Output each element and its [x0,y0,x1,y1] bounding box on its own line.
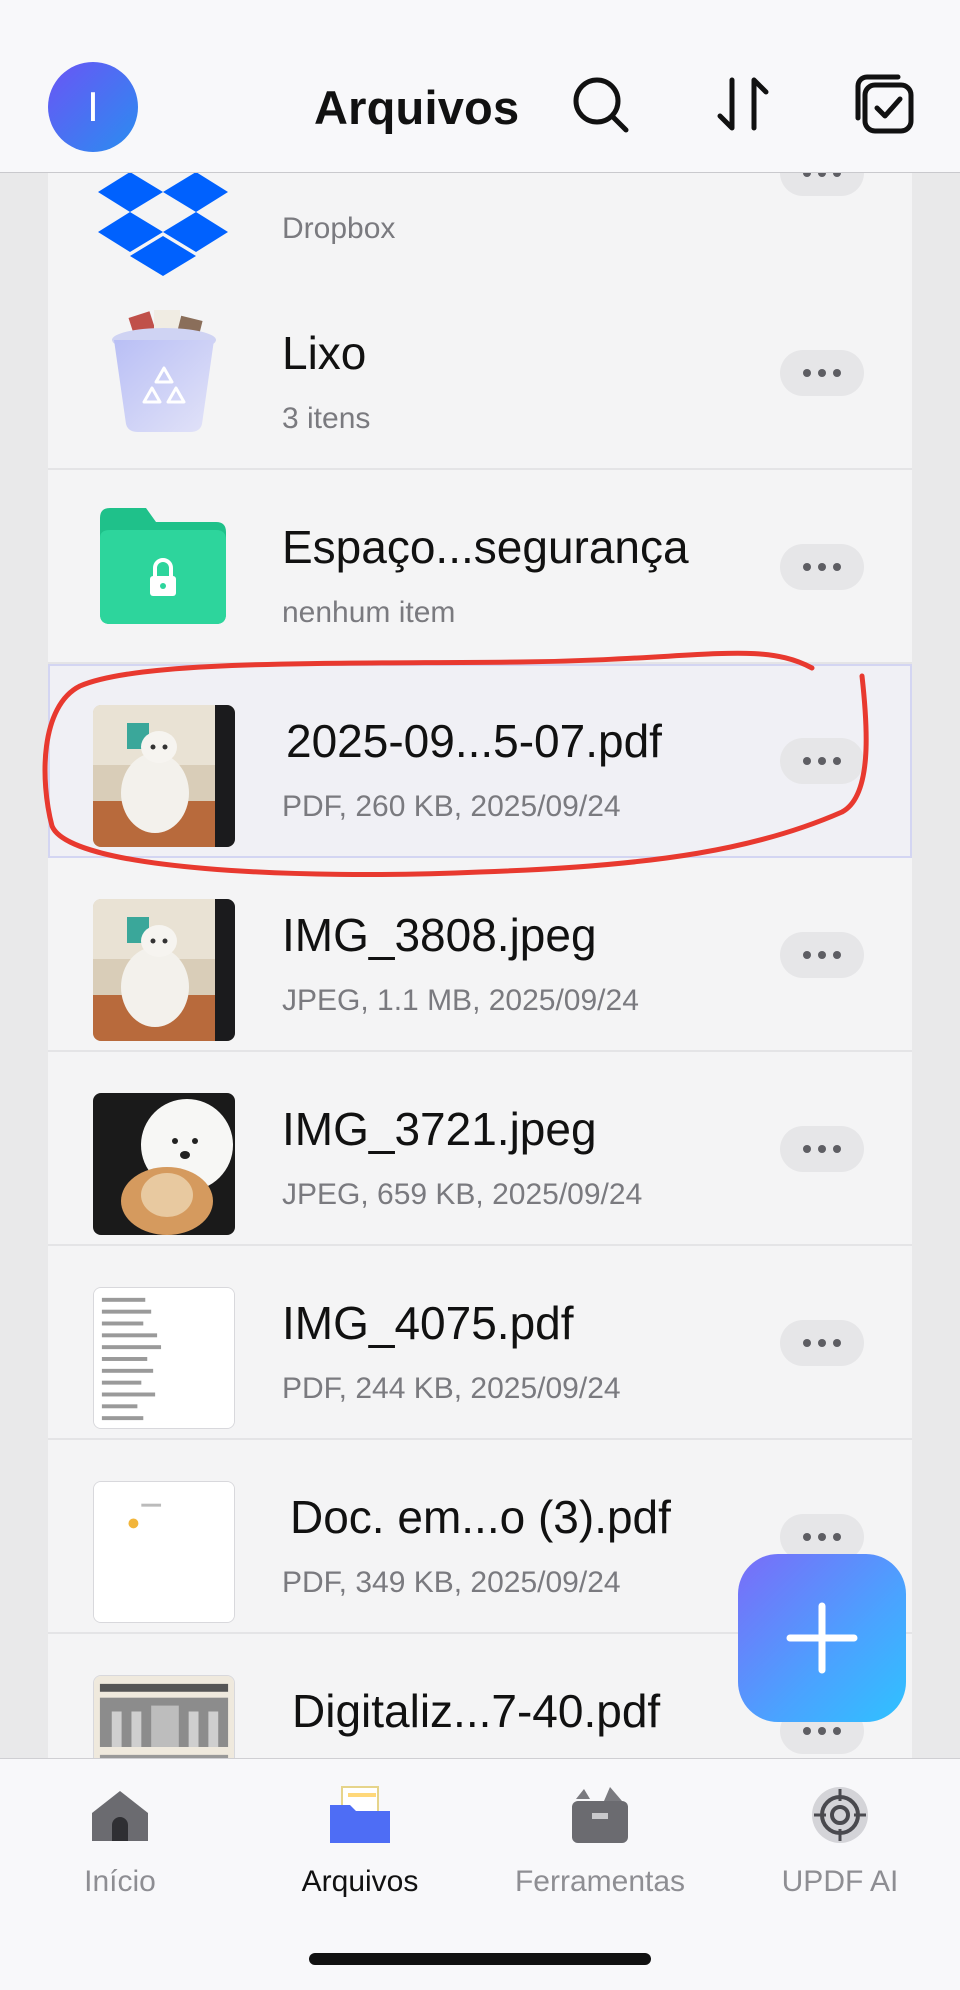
dot-icon [833,1145,841,1153]
tab-inicio[interactable]: Início [0,1759,240,1919]
home-indicator[interactable] [309,1953,651,1965]
list-item[interactable]: Espaço...segurança nenhum item [48,470,912,664]
trash-icon [112,310,216,432]
tab-ferramentas[interactable]: Ferramentas [480,1759,720,1919]
tab-arquivos[interactable]: Arquivos [240,1759,480,1919]
toolbox-icon [572,1787,628,1843]
file-name: Digitaliz...7-40.pdf [292,1685,661,1737]
more-button[interactable] [780,1320,864,1366]
more-button[interactable] [780,544,864,590]
more-button[interactable] [780,738,864,784]
dot-icon [818,1145,826,1153]
file-meta: Dropbox [282,212,396,245]
dot-icon [833,951,841,959]
more-button[interactable] [780,1126,864,1172]
tab-updf-ai[interactable]: UPDF AI [720,1759,960,1919]
dot-icon [803,757,811,765]
dot-icon [803,1145,811,1153]
dot-icon [803,1533,811,1541]
sort-icon[interactable] [708,70,778,140]
file-name: IMG_3808.jpeg [282,909,597,961]
dog-cat-photo-thumbnail [93,1093,235,1235]
dot-icon [803,1339,811,1347]
top-bar: I Arquivos [0,0,960,173]
dropbox-icon [98,172,228,276]
tab-label: Ferramentas [514,1865,686,1898]
cat-photo-thumbnail [93,705,235,847]
file-meta: PDF, 244 KB, 2025/09/24 [282,1372,621,1405]
dot-icon [818,1339,826,1347]
tab-bar: Início Arquivos Ferramentas UPDF AI [0,1758,960,1990]
file-meta: JPEG, 659 KB, 2025/09/24 [282,1178,643,1211]
file-name: Doc. em...o (3).pdf [290,1491,671,1543]
dot-icon [818,563,826,571]
list-item[interactable]: IMG_3721.jpeg JPEG, 659 KB, 2025/09/24 [48,1052,912,1246]
file-name: IMG_4075.pdf [282,1297,574,1349]
dot-icon [818,1533,826,1541]
dot-icon [803,1727,811,1735]
dot-icon [833,1533,841,1541]
file-meta: 3 itens [282,402,371,435]
dot-icon [818,1727,826,1735]
more-button[interactable] [780,932,864,978]
file-name: 2025-09...5-07.pdf [286,715,662,767]
dot-icon [803,563,811,571]
file-meta: nenhum item [282,596,456,629]
page-title: Arquivos [314,81,520,134]
dot-icon [803,369,811,377]
folder-icon [330,1786,390,1843]
dot-icon [833,1727,841,1735]
more-button[interactable] [780,172,864,196]
dot-icon [803,951,811,959]
file-meta: PDF, 260 KB, 2025/09/24 [282,790,621,823]
search-icon[interactable] [566,70,636,140]
dot-icon [833,757,841,765]
file-name: Lixo [282,327,367,379]
plus-icon [786,1602,858,1674]
file-name: IMG_3721.jpeg [282,1103,597,1155]
list-item[interactable]: Dropbox [48,172,912,288]
dot-icon [833,369,841,377]
file-list[interactable]: Dropbox Lixo 3 itens Espaço...segurança … [48,172,912,1758]
ai-icon [812,1787,868,1843]
add-button[interactable] [738,1554,906,1722]
avatar-initial: I [87,83,99,130]
select-icon[interactable] [850,70,920,140]
dot-icon [818,951,826,959]
blank-document-thumbnail [93,1481,235,1623]
tab-label: Arquivos [301,1865,419,1898]
text-document-thumbnail [93,1287,235,1429]
file-name: Espaço...segurança [282,521,689,573]
dot-icon [833,563,841,571]
more-button[interactable] [780,350,864,396]
list-item[interactable]: IMG_3808.jpeg JPEG, 1.1 MB, 2025/09/24 [48,858,912,1052]
dot-icon [833,1339,841,1347]
tab-label: UPDF AI [781,1865,899,1898]
locked-folder-icon [100,508,226,624]
dot-icon [818,369,826,377]
tab-label: Início [84,1865,156,1898]
list-item[interactable]: IMG_4075.pdf PDF, 244 KB, 2025/09/24 [48,1246,912,1440]
home-icon [92,1791,148,1841]
newspaper-thumbnail [93,1675,235,1758]
dot-icon [818,757,826,765]
list-item[interactable]: Lixo 3 itens [48,276,912,470]
file-meta: PDF, 349 KB, 2025/09/24 [282,1566,621,1599]
cat-photo-thumbnail [93,899,235,1041]
user-avatar[interactable]: I [48,62,138,152]
file-meta: JPEG, 1.1 MB, 2025/09/24 [282,984,639,1017]
list-item-selected[interactable]: 2025-09...5-07.pdf PDF, 260 KB, 2025/09/… [48,664,912,858]
